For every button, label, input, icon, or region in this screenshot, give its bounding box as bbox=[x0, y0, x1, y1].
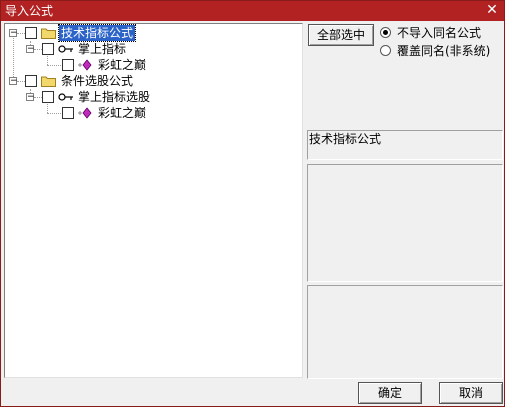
checkbox[interactable] bbox=[42, 91, 54, 103]
details-box bbox=[307, 285, 503, 379]
tree-node-label: 掌上指标 bbox=[78, 42, 127, 56]
checkbox[interactable] bbox=[25, 27, 37, 39]
radio-button[interactable] bbox=[380, 45, 391, 56]
description-box bbox=[307, 164, 503, 282]
key-icon bbox=[58, 93, 73, 101]
tree-node-mobile-stock-selection[interactable]: − 掌上指标选股 bbox=[5, 89, 301, 105]
tree-node-rainbow-peak-selection[interactable]: 彩虹之巅 bbox=[5, 105, 301, 121]
import-formula-dialog: 导入公式 ✕ − 技术指标公式 − 掌上指标 彩虹之巅 − 条件选股公式 − 掌… bbox=[0, 0, 505, 407]
radio-label: 不导入同名公式 bbox=[397, 26, 482, 40]
radio-button[interactable] bbox=[380, 27, 391, 38]
select-all-button[interactable]: 全部选中 bbox=[308, 24, 374, 46]
tree-node-label: 条件选股公式 bbox=[61, 74, 134, 88]
checkbox[interactable] bbox=[62, 107, 74, 119]
collapse-toggle[interactable]: − bbox=[26, 93, 35, 102]
radio-selected-dot bbox=[383, 30, 388, 35]
folder-icon bbox=[41, 28, 56, 39]
tree-node-label: 彩虹之巅 bbox=[98, 58, 147, 72]
radio-label: 覆盖同名(非系统) bbox=[397, 44, 491, 58]
formula-tree[interactable]: − 技术指标公式 − 掌上指标 彩虹之巅 − 条件选股公式 − 掌上指标选股 彩… bbox=[4, 23, 303, 378]
gem-icon bbox=[78, 59, 92, 71]
collapse-toggle[interactable]: − bbox=[9, 29, 18, 38]
tree-node-label: 技术指标公式 bbox=[57, 24, 137, 42]
key-icon bbox=[58, 45, 73, 53]
cancel-button[interactable]: 取消 bbox=[439, 382, 503, 404]
tree-node-label: 彩虹之巅 bbox=[98, 106, 147, 120]
window-title: 导入公式 bbox=[5, 4, 54, 18]
tree-node-label: 掌上指标选股 bbox=[78, 90, 151, 104]
tree-node-tech-indicators[interactable]: − 技术指标公式 bbox=[5, 24, 301, 42]
collapse-toggle[interactable]: − bbox=[26, 45, 35, 54]
category-info-box: 技术指标公式 bbox=[307, 130, 503, 160]
folder-icon bbox=[41, 76, 56, 87]
tree-node-mobile-indicators[interactable]: − 掌上指标 bbox=[5, 41, 301, 57]
checkbox[interactable] bbox=[25, 75, 37, 87]
radio-overwrite-duplicates[interactable]: 覆盖同名(非系统) bbox=[380, 43, 504, 59]
title-bar[interactable]: 导入公式 ✕ bbox=[1, 1, 504, 21]
checkbox[interactable] bbox=[42, 43, 54, 55]
tree-node-rainbow-peak[interactable]: 彩虹之巅 bbox=[5, 57, 301, 73]
category-text: 技术指标公式 bbox=[309, 132, 382, 146]
collapse-toggle[interactable]: − bbox=[9, 77, 18, 86]
close-icon[interactable]: ✕ bbox=[484, 2, 500, 18]
checkbox[interactable] bbox=[62, 59, 74, 71]
radio-skip-duplicates[interactable]: 不导入同名公式 bbox=[380, 25, 504, 41]
gem-icon bbox=[78, 107, 92, 119]
ok-button[interactable]: 确定 bbox=[358, 382, 422, 404]
tree-node-stock-selection[interactable]: − 条件选股公式 bbox=[5, 73, 301, 89]
